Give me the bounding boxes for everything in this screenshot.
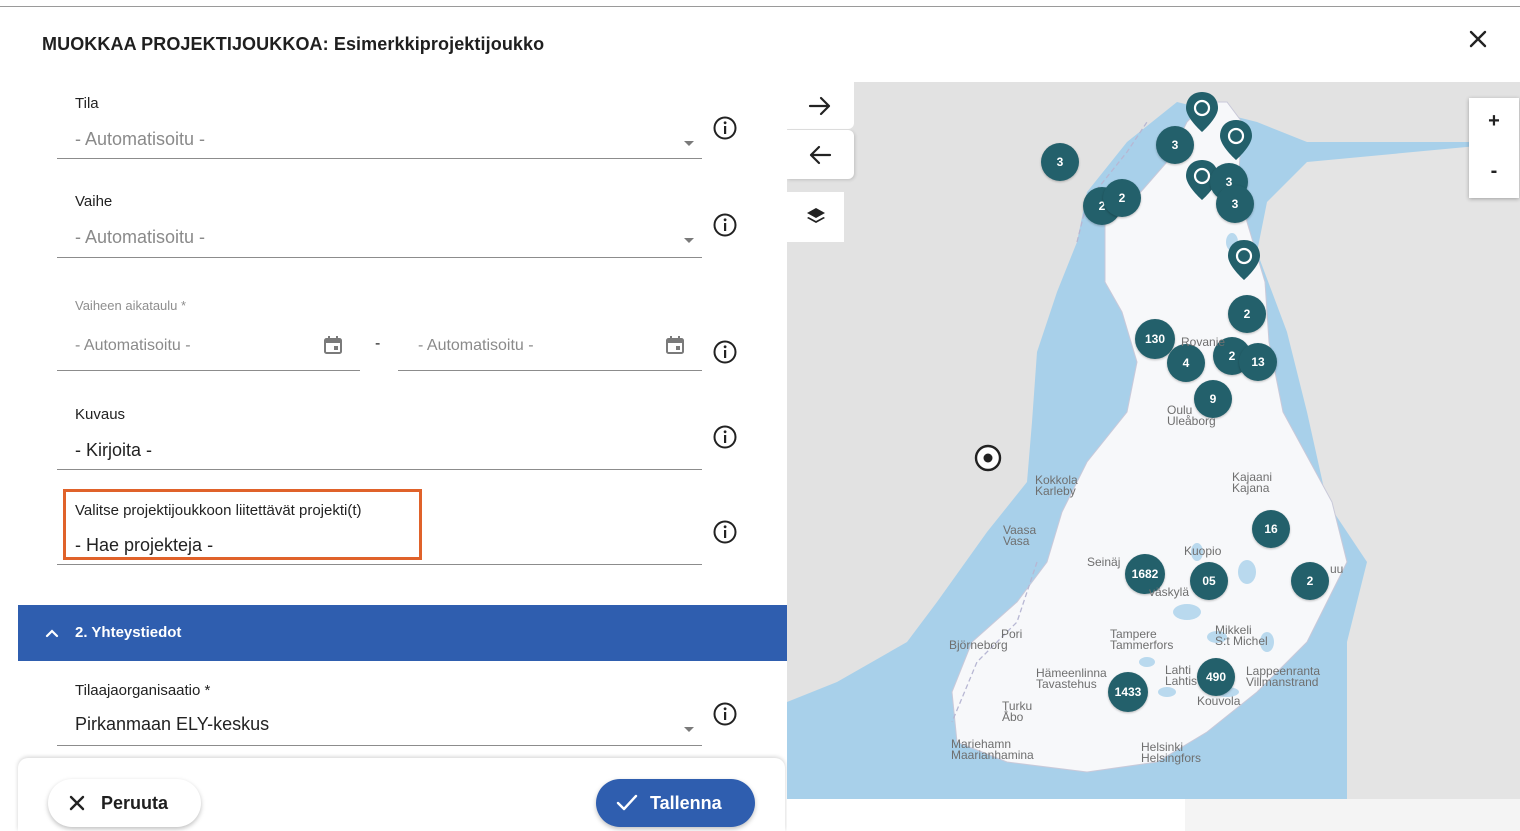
- city-label: Mariehamn Maarianhamina: [951, 737, 1034, 762]
- city-label: Lappeenranta Villmanstrand: [1246, 664, 1321, 689]
- section-title: 2. Yhteystiedot: [75, 624, 182, 641]
- close-icon: [69, 795, 85, 811]
- map-cluster[interactable]: 2: [1291, 562, 1329, 600]
- map-cluster[interactable]: 490: [1197, 658, 1235, 696]
- city-label: Kajaani Kajana: [1232, 470, 1273, 495]
- city-label: Vaasa Vasa: [1003, 523, 1037, 548]
- map-cluster[interactable]: 3: [1216, 185, 1254, 223]
- tila-select[interactable]: - Automatisoitu -: [75, 129, 205, 150]
- tila-underline: [57, 158, 702, 159]
- layers-button[interactable]: [787, 192, 844, 242]
- city-label: Kokkola Karleby: [1035, 473, 1078, 498]
- cancel-button[interactable]: Peruuta: [48, 779, 201, 827]
- city-label: Hämeenlinna Tavastehus: [1036, 666, 1107, 691]
- aikataulu-end-underline: [398, 370, 702, 371]
- tila-label: Tila: [75, 95, 99, 112]
- check-icon: [616, 794, 638, 811]
- map-cluster[interactable]: 1433: [1108, 672, 1148, 712]
- info-icon[interactable]: [712, 115, 738, 141]
- layers-icon: [807, 208, 825, 223]
- map-view[interactable]: 3 3 2 2 3 3 2 130 2 4 13 9 16 1682 05 2 …: [787, 82, 1520, 799]
- info-icon[interactable]: [712, 339, 738, 365]
- arrow-right-icon: [808, 96, 831, 116]
- arrow-left-icon: [809, 145, 832, 165]
- kuvaus-label: Kuvaus: [75, 406, 126, 423]
- city-label: Turku Åbo: [1002, 699, 1033, 724]
- calendar-icon[interactable]: [323, 335, 343, 355]
- tilaaja-underline: [57, 745, 702, 746]
- aikataulu-start-underline: [57, 370, 360, 371]
- form-panel[interactable]: Tila - Automatisoitu - Vaihe - Automatis…: [0, 82, 787, 831]
- city-label: Mikkeli S:t Michel: [1215, 623, 1268, 648]
- close-icon[interactable]: [1463, 24, 1493, 54]
- vaihe-select[interactable]: - Automatisoitu -: [75, 227, 205, 248]
- highlight-box: [63, 489, 422, 560]
- chevron-up-icon: [45, 629, 59, 638]
- chevron-down-icon[interactable]: [684, 238, 694, 243]
- section-yhteystiedot-header[interactable]: 2. Yhteystiedot: [18, 605, 787, 661]
- zoom-out-button[interactable]: -: [1469, 148, 1519, 198]
- zoom-in-button[interactable]: +: [1469, 98, 1519, 148]
- map-base: [787, 82, 1520, 799]
- city-label: Pori Björneborg: [949, 627, 1023, 652]
- info-icon[interactable]: [712, 212, 738, 238]
- vaihe-label: Vaihe: [75, 193, 113, 210]
- kuvaus-underline: [57, 469, 702, 470]
- map-cluster[interactable]: 3: [1041, 143, 1079, 181]
- vaihe-underline: [57, 257, 702, 258]
- top-divider: [0, 6, 1520, 7]
- city-label: Kuopio: [1184, 544, 1222, 558]
- map-pin-icon[interactable]: [1184, 90, 1220, 134]
- city-label: uu: [1330, 562, 1344, 576]
- chevron-down-icon[interactable]: [684, 141, 694, 146]
- date-range-separator: -: [375, 335, 381, 352]
- expand-map-button[interactable]: [787, 82, 854, 129]
- vaiheen-aikataulu-label: Vaiheen aikataulu *: [75, 298, 187, 313]
- map-cluster[interactable]: 05: [1190, 562, 1228, 600]
- projektit-underline: [57, 564, 702, 565]
- map-cluster[interactable]: 2: [1228, 295, 1266, 333]
- kuvaus-input[interactable]: - Kirjoita -: [75, 440, 152, 461]
- map-cluster[interactable]: 13: [1239, 343, 1277, 381]
- city-label: Kouvola: [1197, 694, 1241, 708]
- city-label: Seinäj: [1087, 555, 1121, 569]
- map-pin-icon[interactable]: [1218, 118, 1254, 162]
- city-label: väskylä: [1149, 585, 1190, 599]
- calendar-icon[interactable]: [665, 335, 685, 355]
- locate-icon[interactable]: [973, 443, 1003, 473]
- tilaaja-label: Tilaajaorganisaatio *: [75, 682, 211, 699]
- save-button[interactable]: Tallenna: [596, 779, 755, 827]
- info-icon[interactable]: [712, 701, 738, 727]
- city-label: Rovanie: [1181, 335, 1226, 349]
- map-cluster[interactable]: 2: [1103, 179, 1141, 217]
- tilaaja-select[interactable]: Pirkanmaan ELY-keskus: [75, 714, 269, 735]
- collapse-map-button[interactable]: [787, 130, 854, 179]
- info-icon[interactable]: [712, 519, 738, 545]
- aikataulu-start-input[interactable]: - Automatisoitu -: [75, 337, 191, 355]
- aikataulu-end-input[interactable]: - Automatisoitu -: [418, 337, 534, 355]
- dialog-title: MUOKKAA PROJEKTIJOUKKOA: Esimerkkiprojek…: [42, 34, 545, 54]
- city-label: Tampere Tammerfors: [1110, 627, 1174, 652]
- info-icon[interactable]: [712, 424, 738, 450]
- map-cluster[interactable]: 3: [1156, 126, 1194, 164]
- zoom-control: + -: [1469, 98, 1519, 198]
- chevron-down-icon[interactable]: [684, 727, 694, 732]
- map-cluster[interactable]: 4: [1167, 344, 1205, 382]
- save-button-label: Tallenna: [650, 793, 722, 813]
- map-footer-area: [787, 799, 1520, 831]
- city-label: Oulu Uleåborg: [1167, 403, 1216, 428]
- map-pin-icon[interactable]: [1226, 238, 1262, 282]
- city-label: Lahti Lahtis: [1165, 663, 1198, 688]
- map-cluster[interactable]: 16: [1252, 510, 1290, 548]
- city-label: Helsinki Helsingfors: [1141, 740, 1202, 765]
- cancel-button-label: Peruuta: [101, 793, 169, 813]
